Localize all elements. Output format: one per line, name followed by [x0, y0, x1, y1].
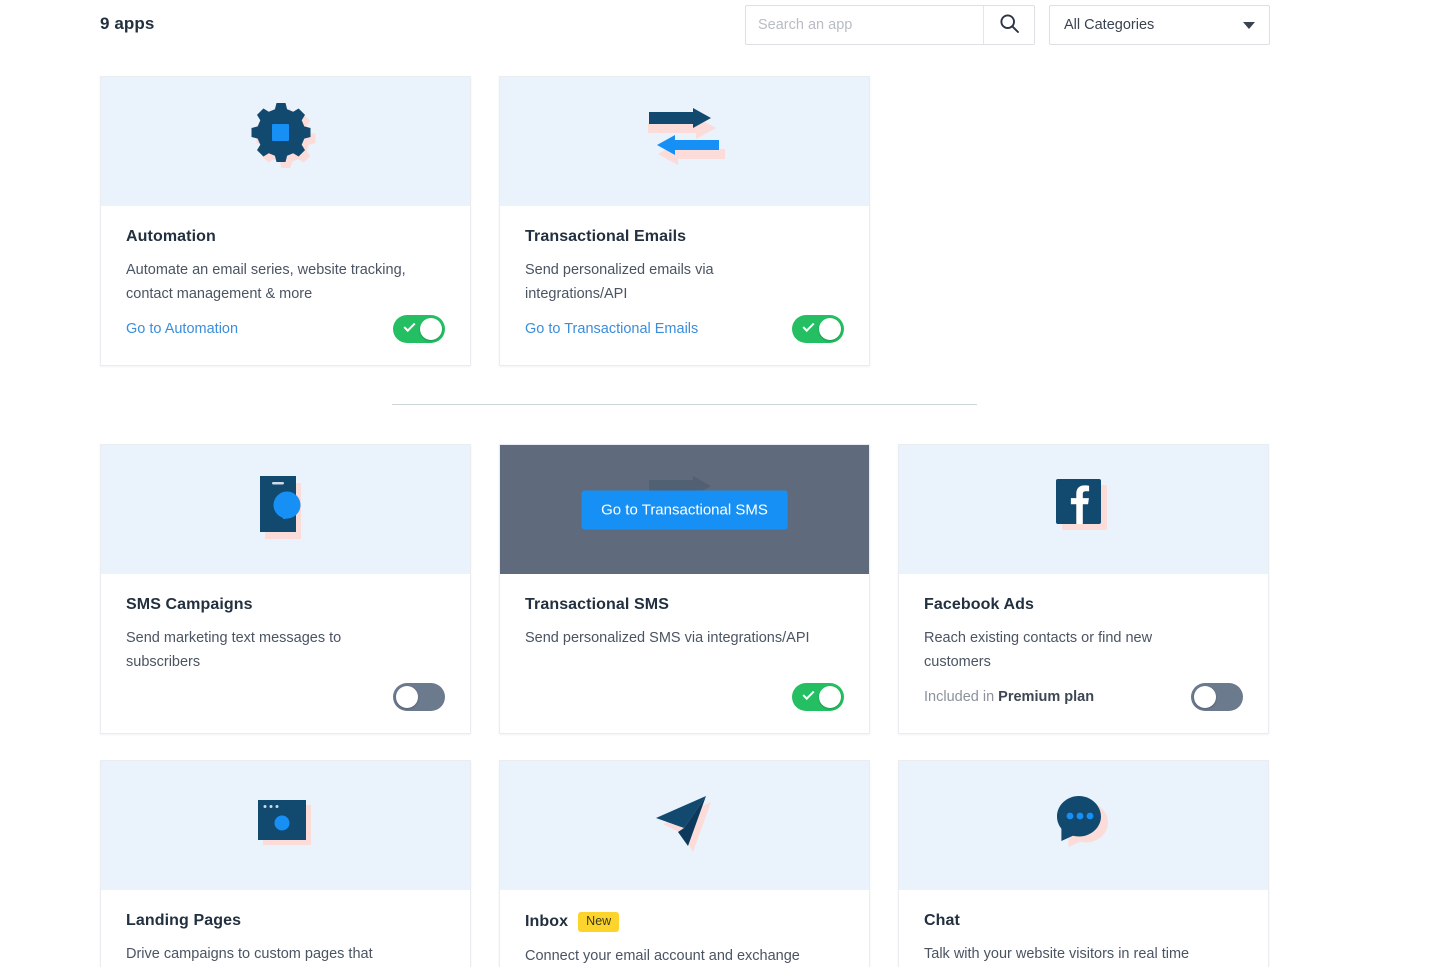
app-title-row: Transactional SMS: [525, 596, 844, 614]
app-card-footer: Go to Transactional Emails: [525, 315, 844, 365]
app-card-body: Transactional Emails Send personalized e…: [500, 206, 869, 365]
go-to-app-button[interactable]: Go to Transactional SMS: [581, 490, 788, 529]
app-card-footer: Go to Automation: [126, 315, 445, 365]
toggle-knob: [420, 318, 442, 340]
app-card-footer: [525, 683, 844, 733]
app-card-body: Landing Pages Drive campaigns to custom …: [101, 890, 470, 967]
app-description: Connect your email account and exchange: [525, 947, 800, 964]
app-go-to-link[interactable]: Go to Transactional Emails: [525, 321, 698, 337]
app-title: Chat: [924, 912, 960, 929]
toggle-knob: [396, 686, 418, 708]
search-button[interactable]: [983, 6, 1034, 44]
app-enable-toggle[interactable]: [792, 315, 844, 343]
toggle-knob: [819, 686, 841, 708]
toggle-knob: [1194, 686, 1216, 708]
app-enable-toggle[interactable]: [393, 683, 445, 711]
app-enable-toggle[interactable]: [393, 315, 445, 343]
app-card-footer: Included in Premium plan: [924, 683, 1243, 733]
app-enable-toggle[interactable]: [1191, 683, 1243, 711]
paper-plane-icon: [654, 794, 716, 857]
page-header: 9 apps All Categories: [0, 0, 1444, 52]
check-icon: [403, 319, 416, 333]
app-title: Transactional SMS: [525, 596, 669, 613]
app-card-automation[interactable]: Automation Automate an email series, web…: [100, 76, 471, 366]
app-title-row: Transactional Emails: [525, 228, 844, 246]
app-card-body: Inbox New Connect your email account and…: [500, 890, 869, 967]
chat-bubble-icon: [1054, 794, 1114, 857]
app-description: Automate an email series, website tracki…: [126, 262, 406, 302]
app-title-row: Inbox New: [525, 912, 844, 932]
app-enable-toggle[interactable]: [792, 683, 844, 711]
section-divider: [392, 404, 977, 405]
app-card-footer: [126, 683, 445, 733]
status-badge: New: [578, 912, 620, 932]
check-icon: [802, 319, 815, 333]
apps-section-tertiary: Landing Pages Drive campaigns to custom …: [100, 760, 1285, 967]
app-icon-area: [101, 77, 470, 206]
app-description: Send personalized emails via integration…: [525, 262, 714, 302]
app-card-body: Transactional SMS Send personalized SMS …: [500, 574, 869, 733]
app-title-row: Facebook Ads: [924, 596, 1243, 614]
app-title: Automation: [126, 228, 216, 245]
app-description: Send personalized SMS via integrations/A…: [525, 630, 810, 646]
toggle-knob: [819, 318, 841, 340]
app-icon-area: [101, 761, 470, 890]
browser-window-icon: [256, 798, 316, 853]
app-card-transactional-emails[interactable]: Transactional Emails Send personalized e…: [499, 76, 870, 366]
app-title: Facebook Ads: [924, 596, 1034, 613]
app-icon-area: [500, 77, 869, 206]
app-title: SMS Campaigns: [126, 596, 253, 613]
app-card-inbox[interactable]: Inbox New Connect your email account and…: [499, 760, 870, 967]
chevron-down-icon: [1243, 21, 1255, 29]
app-card-body: Facebook Ads Reach existing contacts or …: [899, 574, 1268, 733]
apps-section-secondary: SMS Campaigns Send marketing text messag…: [100, 444, 1285, 734]
app-title-row: SMS Campaigns: [126, 596, 445, 614]
search-box: [745, 5, 1035, 45]
search-input[interactable]: [746, 6, 983, 44]
plan-note-prefix: Included in: [924, 689, 999, 705]
app-description: Reach existing contacts or find new cust…: [924, 630, 1153, 670]
search-icon: [999, 13, 1020, 37]
app-card-transactional-sms[interactable]: Go to Transactional SMS Transactional SM…: [499, 444, 870, 734]
app-description: Send marketing text messages to subscrib…: [126, 630, 342, 670]
app-description: Drive campaigns to custom pages that: [126, 946, 373, 962]
app-title-row: Chat: [924, 912, 1243, 930]
app-icon-area-hovered: Go to Transactional SMS: [500, 445, 869, 574]
app-card-landing-pages[interactable]: Landing Pages Drive campaigns to custom …: [100, 760, 471, 967]
app-description: Talk with your website visitors in real …: [924, 946, 1190, 962]
gear-icon: [250, 103, 322, 180]
app-title: Inbox: [525, 912, 569, 930]
app-card-body: SMS Campaigns Send marketing text messag…: [101, 574, 470, 733]
exchange-arrows-icon: [645, 108, 726, 175]
apps-marketplace-page: 9 apps All Categories: [0, 0, 1444, 967]
apps-count-label: 9 apps: [100, 14, 155, 33]
plan-name: Premium plan: [998, 689, 1095, 705]
app-title-row: Automation: [126, 228, 445, 246]
app-card-body: Automation Automate an email series, web…: [101, 206, 470, 365]
app-icon-area: [101, 445, 470, 574]
category-dropdown[interactable]: All Categories: [1049, 5, 1270, 45]
app-go-to-link[interactable]: Go to Automation: [126, 321, 238, 337]
apps-section-primary: Automation Automate an email series, web…: [100, 76, 1285, 366]
app-title: Transactional Emails: [525, 228, 687, 245]
check-icon: [802, 687, 815, 701]
app-title: Landing Pages: [126, 912, 242, 929]
app-card-chat[interactable]: Chat Talk with your website visitors in …: [898, 760, 1269, 967]
app-card-sms-campaigns[interactable]: SMS Campaigns Send marketing text messag…: [100, 444, 471, 734]
app-title-row: Landing Pages: [126, 912, 445, 930]
app-card-body: Chat Talk with your website visitors in …: [899, 890, 1268, 967]
app-icon-area: [500, 761, 869, 890]
category-selected-label: All Categories: [1064, 17, 1155, 33]
facebook-icon: [1054, 477, 1114, 542]
plan-note: Included in Premium plan: [924, 689, 1094, 705]
app-card-facebook-ads[interactable]: Facebook Ads Reach existing contacts or …: [898, 444, 1269, 734]
app-icon-area: [899, 761, 1268, 890]
app-icon-area: [899, 445, 1268, 574]
phone-message-icon: [255, 474, 317, 545]
